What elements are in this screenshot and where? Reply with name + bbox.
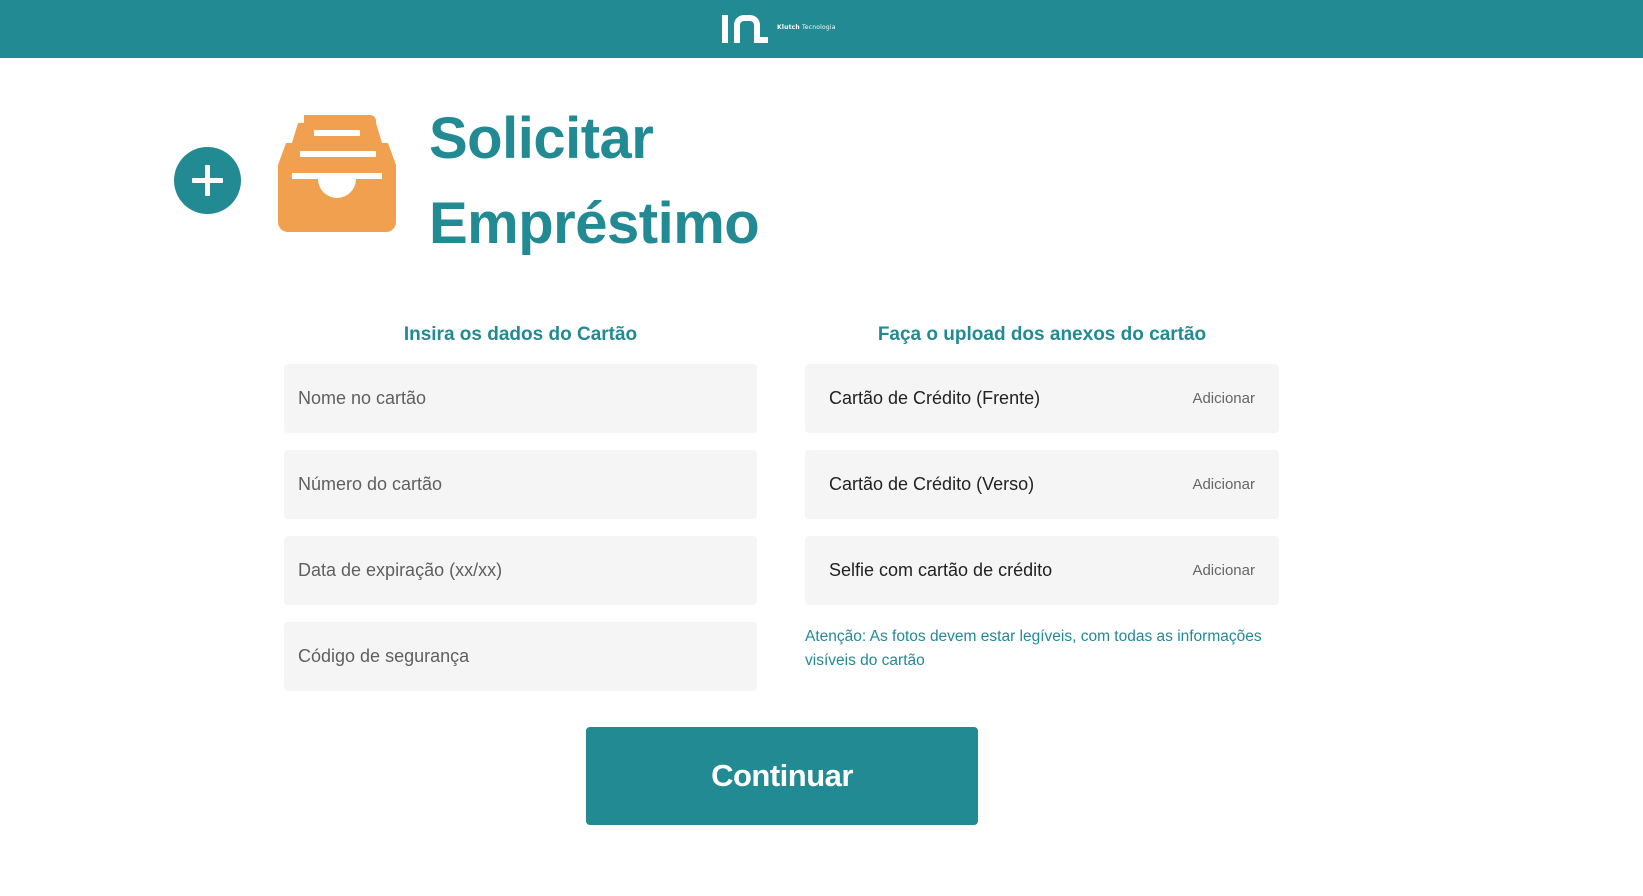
attachment-selfie: Selfie com cartão de crédito Adicionar	[805, 536, 1279, 605]
top-bar: Klutch Tecnologia	[0, 0, 1643, 58]
card-data-section-title: Insira os dados do Cartão	[403, 324, 638, 345]
card-name-input[interactable]	[284, 364, 757, 433]
continue-button[interactable]: Continuar	[586, 727, 978, 825]
klutch-logo[interactable]: Klutch Tecnologia	[720, 12, 836, 46]
add-card-front-button[interactable]: Adicionar	[1192, 390, 1255, 407]
attachment-label: Cartão de Crédito (Frente)	[829, 388, 1041, 408]
add-selfie-button[interactable]: Adicionar	[1192, 562, 1255, 579]
inbox-tray-icon	[278, 115, 396, 232]
attachment-label: Selfie com cartão de crédito	[829, 560, 1053, 580]
card-number-input[interactable]	[284, 450, 757, 519]
attachment-label: Cartão de Crédito (Verso)	[829, 474, 1035, 494]
logo-text: Klutch Tecnologia	[777, 23, 836, 31]
attachment-card-back: Cartão de Crédito (Verso) Adicionar	[805, 450, 1279, 519]
plus-icon	[192, 165, 223, 196]
add-card-back-button[interactable]: Adicionar	[1192, 476, 1255, 493]
attachments-section-title: Faça o upload dos anexos do cartão	[877, 324, 1207, 345]
attachment-card-front: Cartão de Crédito (Frente) Adicionar	[805, 364, 1279, 433]
attachments-note: Atenção: As fotos devem estar legíveis, …	[805, 628, 1262, 669]
security-code-input[interactable]	[284, 622, 757, 691]
expiration-date-input[interactable]	[284, 536, 757, 605]
klutch-logo-icon	[722, 15, 768, 43]
page-title: Solicitar Empréstimo	[429, 106, 760, 256]
add-button[interactable]	[174, 147, 241, 214]
